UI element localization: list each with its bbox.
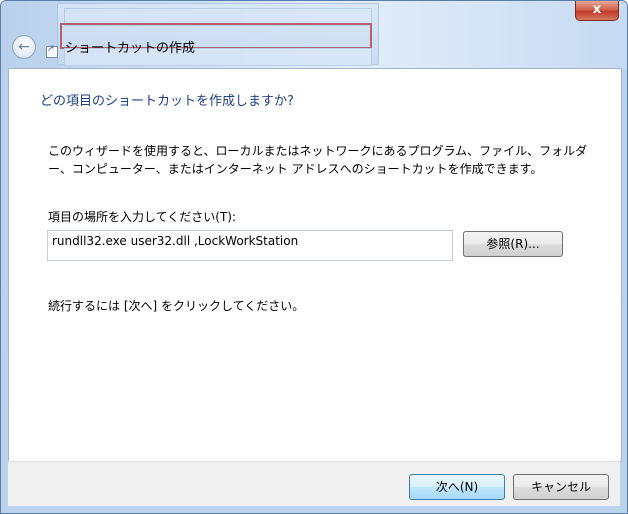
browse-button[interactable]: 参照(R)...	[463, 231, 563, 257]
shortcut-wizard-window: x ← ショートカットの作成 どの項目のショートカットを作成しますか? このウィ…	[0, 0, 628, 514]
back-button[interactable]: ←	[12, 35, 36, 59]
wizard-description: このウィザードを使用すると、ローカルまたはネットワークにあるプログラム、ファイル…	[48, 144, 588, 176]
next-button[interactable]: 次へ(N)	[409, 474, 505, 500]
back-arrow-icon: ←	[18, 39, 30, 55]
location-input[interactable]: rundll32.exe user32.dll ,LockWorkStation	[47, 230, 453, 261]
close-icon: x	[592, 2, 602, 17]
window-title: ショートカットの作成	[65, 41, 196, 56]
location-label: 項目の場所を入力してください(T):	[48, 210, 237, 224]
title-bar: x	[1, 1, 627, 69]
cancel-button[interactable]: キャンセル	[513, 474, 609, 500]
wizard-heading: どの項目のショートカットを作成しますか?	[40, 94, 294, 109]
close-button[interactable]: x	[575, 1, 619, 21]
continue-hint: 続行するには [次へ] をクリックしてください。	[48, 299, 305, 313]
wizard-content	[8, 68, 622, 462]
shortcut-icon	[46, 44, 58, 58]
